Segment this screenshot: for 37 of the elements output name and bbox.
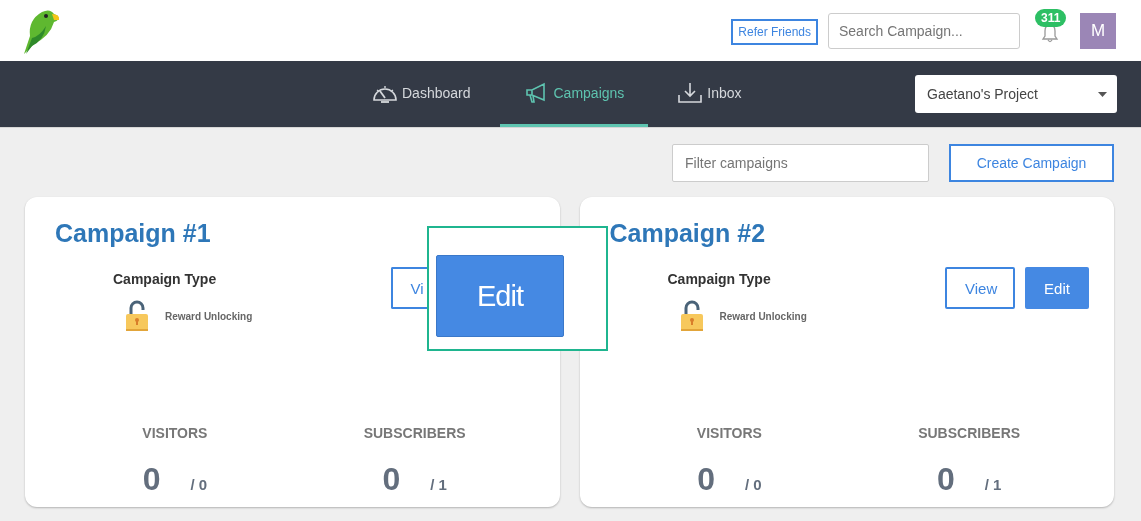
refer-friends-link[interactable]: Refer Friends [731,19,818,45]
stat-label: SUBSCRIBERS [363,425,466,441]
caret-icon [1098,91,1107,97]
stat-total: / 0 [190,476,208,493]
view-button[interactable]: View [945,267,1015,309]
user-avatar[interactable]: M [1080,12,1116,49]
nav-tab[interactable]: Campaigns [499,61,649,127]
stat-label: VISITORS [696,425,762,441]
stat-total: / 1 [430,476,447,493]
stat-total: / 0 [744,476,762,493]
stat-value: 0 [697,461,715,498]
campaign-type-value: Reward Unlocking [719,310,807,322]
stat-label: VISITORS [142,425,208,441]
stat-total: / 1 [984,476,1002,493]
download-icon [677,81,704,104]
campaign-type-label: Campaign Type [113,271,218,287]
padlock-icon [679,300,704,332]
stat-value: 0 [382,461,401,498]
campaign-title: Campaign #2 [609,219,767,249]
filter-field[interactable]: Filter campaigns [672,144,929,182]
nav-tab[interactable]: Dashboard [355,61,488,127]
stat-value: 0 [142,461,161,498]
edit-button[interactable]: Edit [1025,267,1089,309]
campaign-title: Campaign #1 [55,219,212,249]
nav-tab[interactable]: Inbox [660,61,759,127]
project-name: Gaetano's Project [927,86,1038,102]
view-button[interactable]: Vi [390,267,427,309]
edit-button[interactable]: Edit [436,255,564,337]
stat-value: 0 [936,461,955,498]
padlock-icon [125,300,149,332]
search-field[interactable]: Search Campaign... [828,12,1020,49]
campaign-type-value: Reward Unlocking [165,310,253,322]
project-dropdown[interactable]: Gaetano's Project [915,75,1117,113]
stat-label: SUBSCRIBERS [918,425,1021,441]
create-campaign-button[interactable]: Create Campaign [949,144,1114,182]
campaign-type-label: Campaign Type [667,271,772,287]
notification-badge: 311 [1035,8,1067,27]
